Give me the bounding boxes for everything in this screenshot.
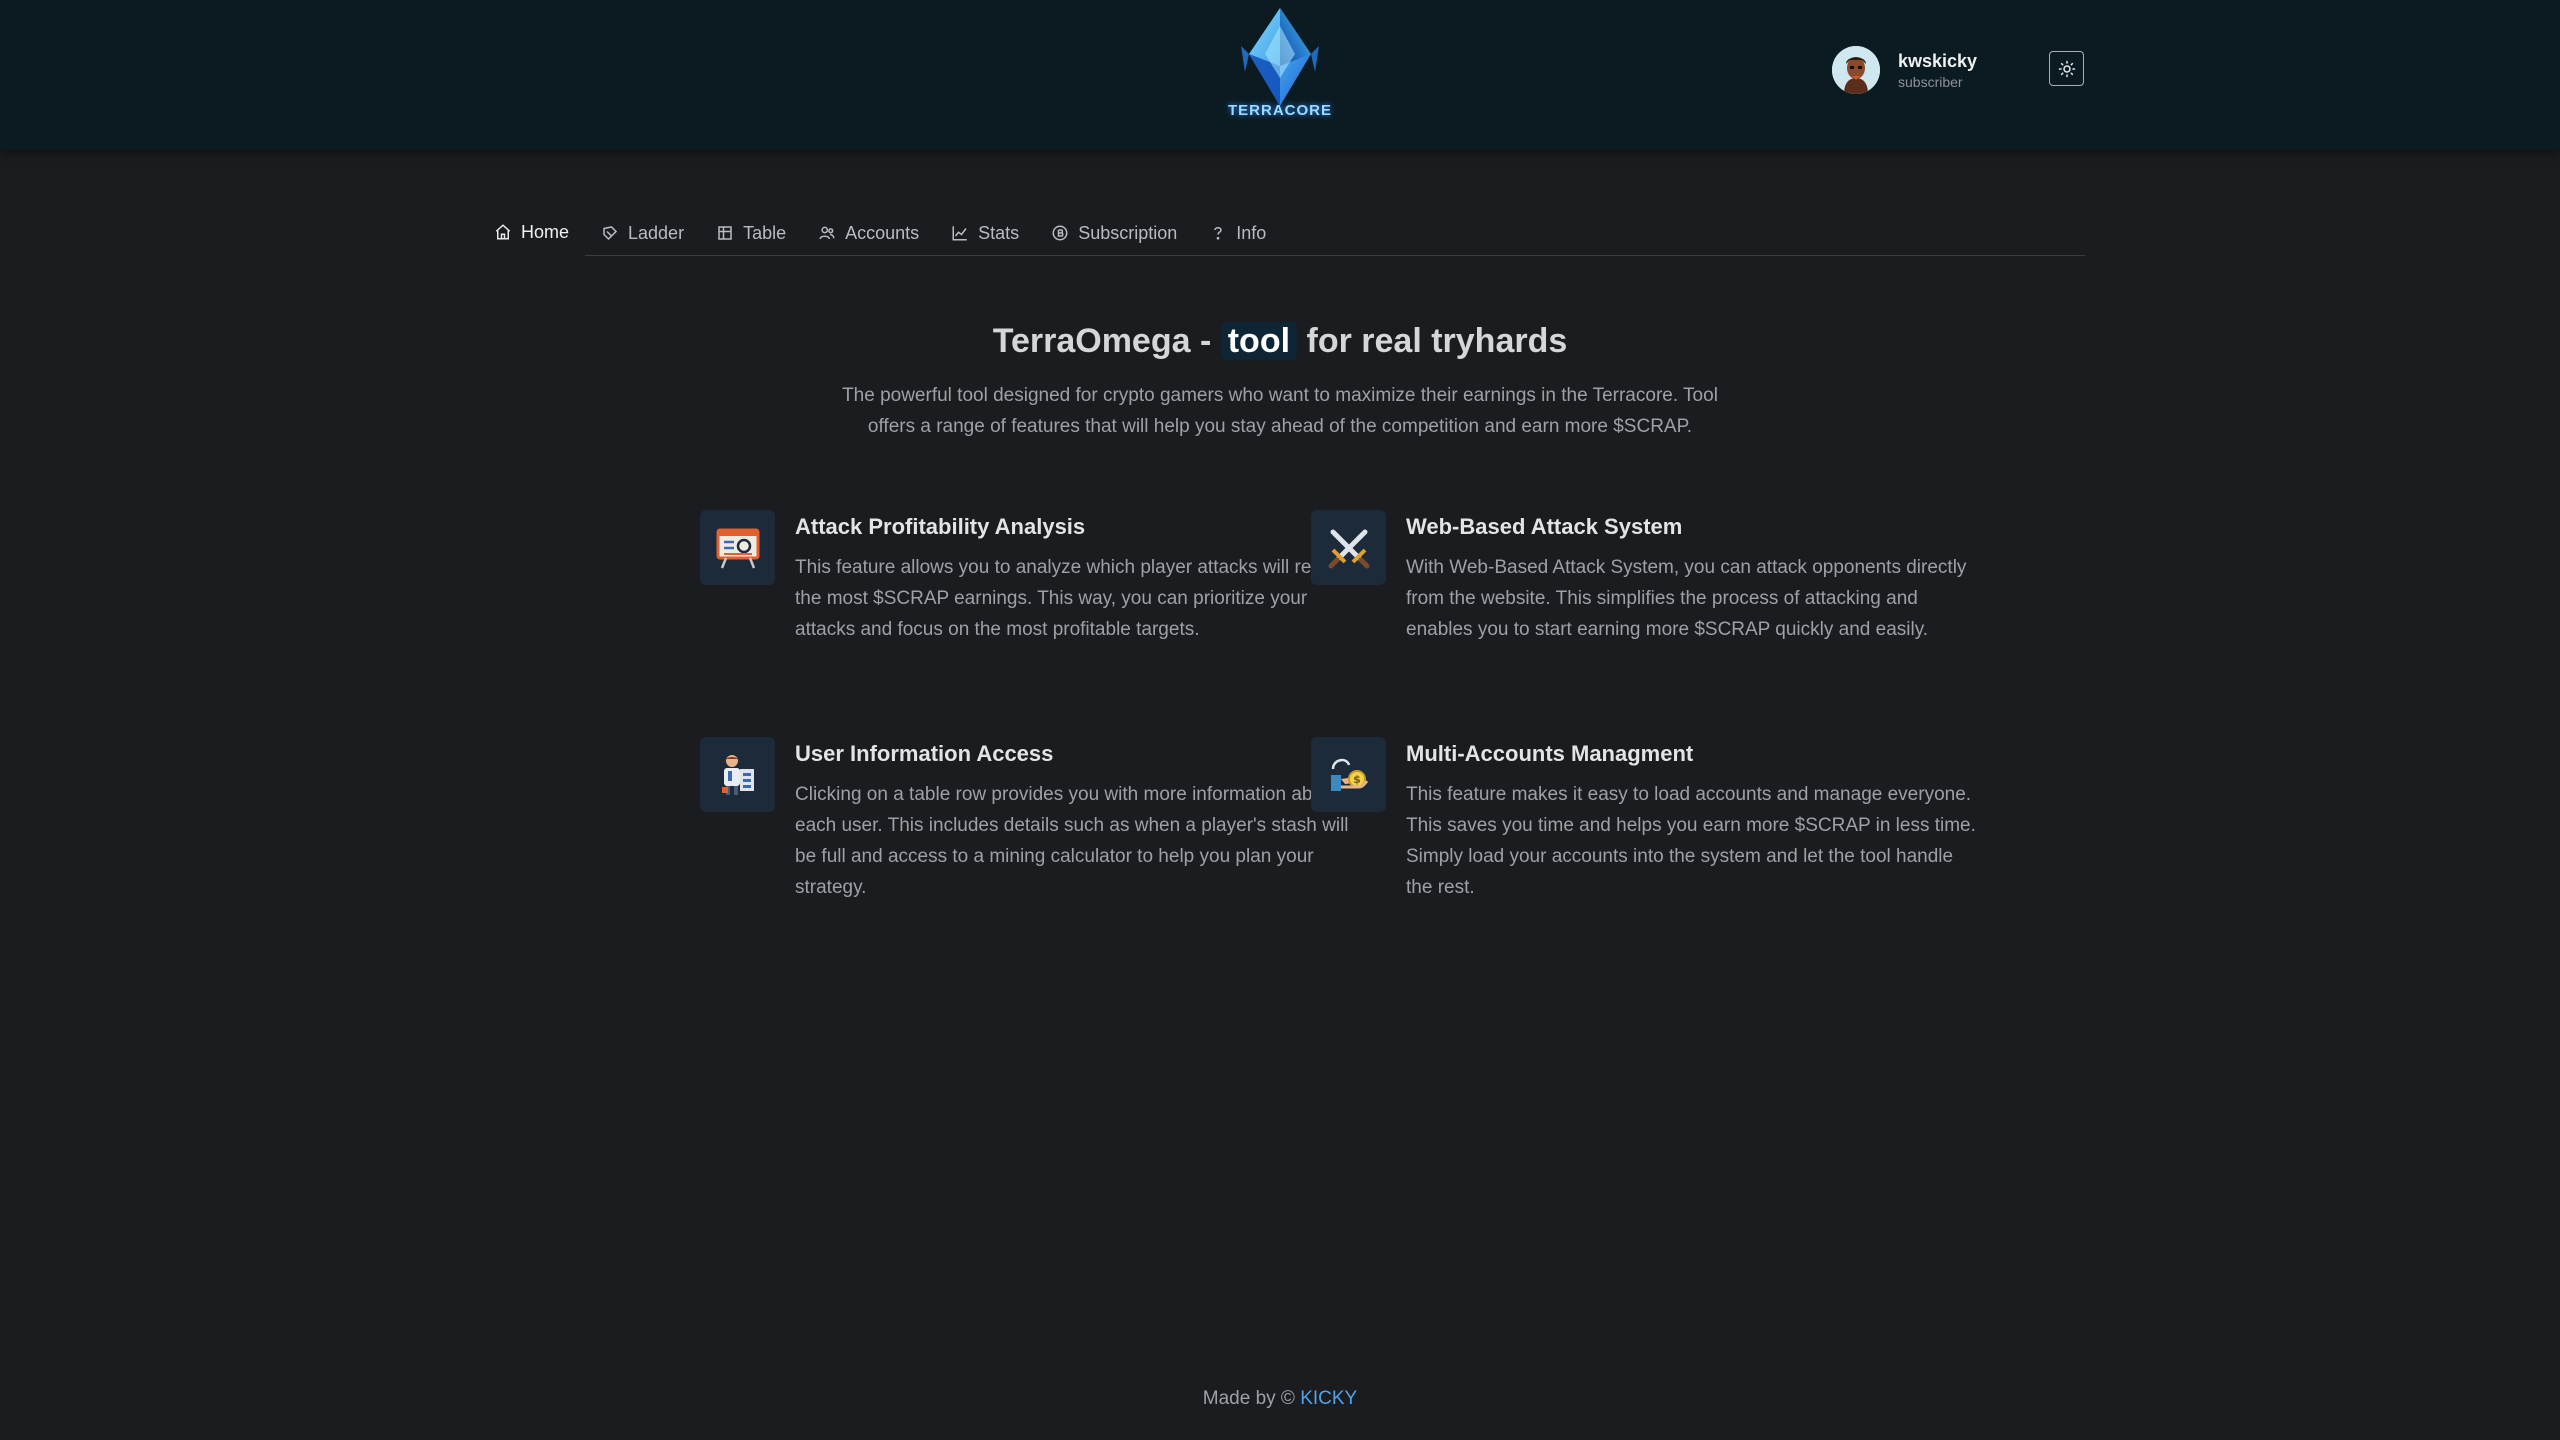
feature-description: This feature makes it easy to load accou… [1406, 784, 1976, 898]
terracore-logo[interactable]: TERRACORE [1225, 6, 1335, 126]
title-highlight: tool [1220, 322, 1298, 360]
tab-ladder[interactable]: Ladder [585, 214, 700, 252]
avatar-image [1832, 46, 1880, 94]
tab-info[interactable]: Info [1193, 214, 1282, 252]
feature-title: Web-Based Attack System [1406, 514, 1683, 539]
tab-stats[interactable]: Stats [935, 214, 1035, 252]
home-icon [494, 223, 512, 241]
footer-text: Made by © [1202, 1388, 1295, 1409]
tab-home[interactable]: Home [478, 214, 586, 256]
feature-title: Multi-Accounts Managment [1406, 741, 1694, 766]
page-description: The powerful tool designed for crypto ga… [842, 385, 1718, 437]
user-name: kwskicky [1898, 51, 1978, 71]
tab-label: Info [1236, 222, 1267, 243]
author-link[interactable]: KICKY [1300, 1388, 1357, 1409]
tab-table[interactable]: Table [700, 214, 802, 252]
tab-label: Ladder [628, 222, 685, 243]
table-icon [716, 224, 734, 242]
sun-icon [2058, 60, 2075, 77]
tab-label: Table [743, 222, 787, 243]
tab-label: Accounts [845, 222, 920, 243]
accounts-icon [818, 224, 836, 242]
app-header: TERRACORE kwskicky subscriber [0, 0, 2560, 150]
question-icon [1209, 224, 1227, 242]
title-suffix: for real tryhards [1306, 322, 1568, 360]
theme-toggle-button[interactable] [2049, 51, 2084, 86]
user-role: subscriber [1898, 74, 1963, 90]
tab-label: Subscription [1078, 222, 1178, 243]
tab-label: Home [521, 221, 570, 242]
tab-label: Stats [978, 222, 1020, 243]
feature-description: Clicking on a table row provides you wit… [795, 784, 1349, 898]
feature-title: Attack Profitability Analysis [795, 514, 1086, 539]
tab-accounts[interactable]: Accounts [802, 214, 935, 252]
feature-title: User Information Access [795, 741, 1054, 766]
logo-text: TERRACORE [1227, 102, 1332, 119]
coin-icon [1051, 224, 1069, 242]
nav-tabs: Home Ladder Table Accounts Stats Subscri… [478, 214, 2085, 256]
user-info-icon [700, 737, 775, 812]
feature-description: With Web-Based Attack System, you can at… [1406, 557, 1967, 640]
avatar[interactable] [1832, 46, 1880, 94]
feature-description: This feature allows you to analyze which… [795, 557, 1362, 640]
analysis-board-icon [700, 510, 775, 585]
crystal-icon [1241, 8, 1319, 106]
footer: Made by © KICKY [0, 1388, 2560, 1410]
tab-subscription[interactable]: Subscription [1035, 214, 1193, 252]
page-title: TerraOmega - tool for real tryhards [0, 322, 2560, 361]
user-profile[interactable]: kwskicky subscriber [1832, 44, 1977, 96]
title-prefix: TerraOmega - [992, 322, 1212, 360]
ladder-icon [601, 224, 619, 242]
money-hand-icon: $ [1311, 737, 1386, 812]
svg-text:$: $ [1353, 773, 1361, 786]
crossed-swords-icon [1311, 510, 1386, 585]
stats-icon [951, 224, 969, 242]
